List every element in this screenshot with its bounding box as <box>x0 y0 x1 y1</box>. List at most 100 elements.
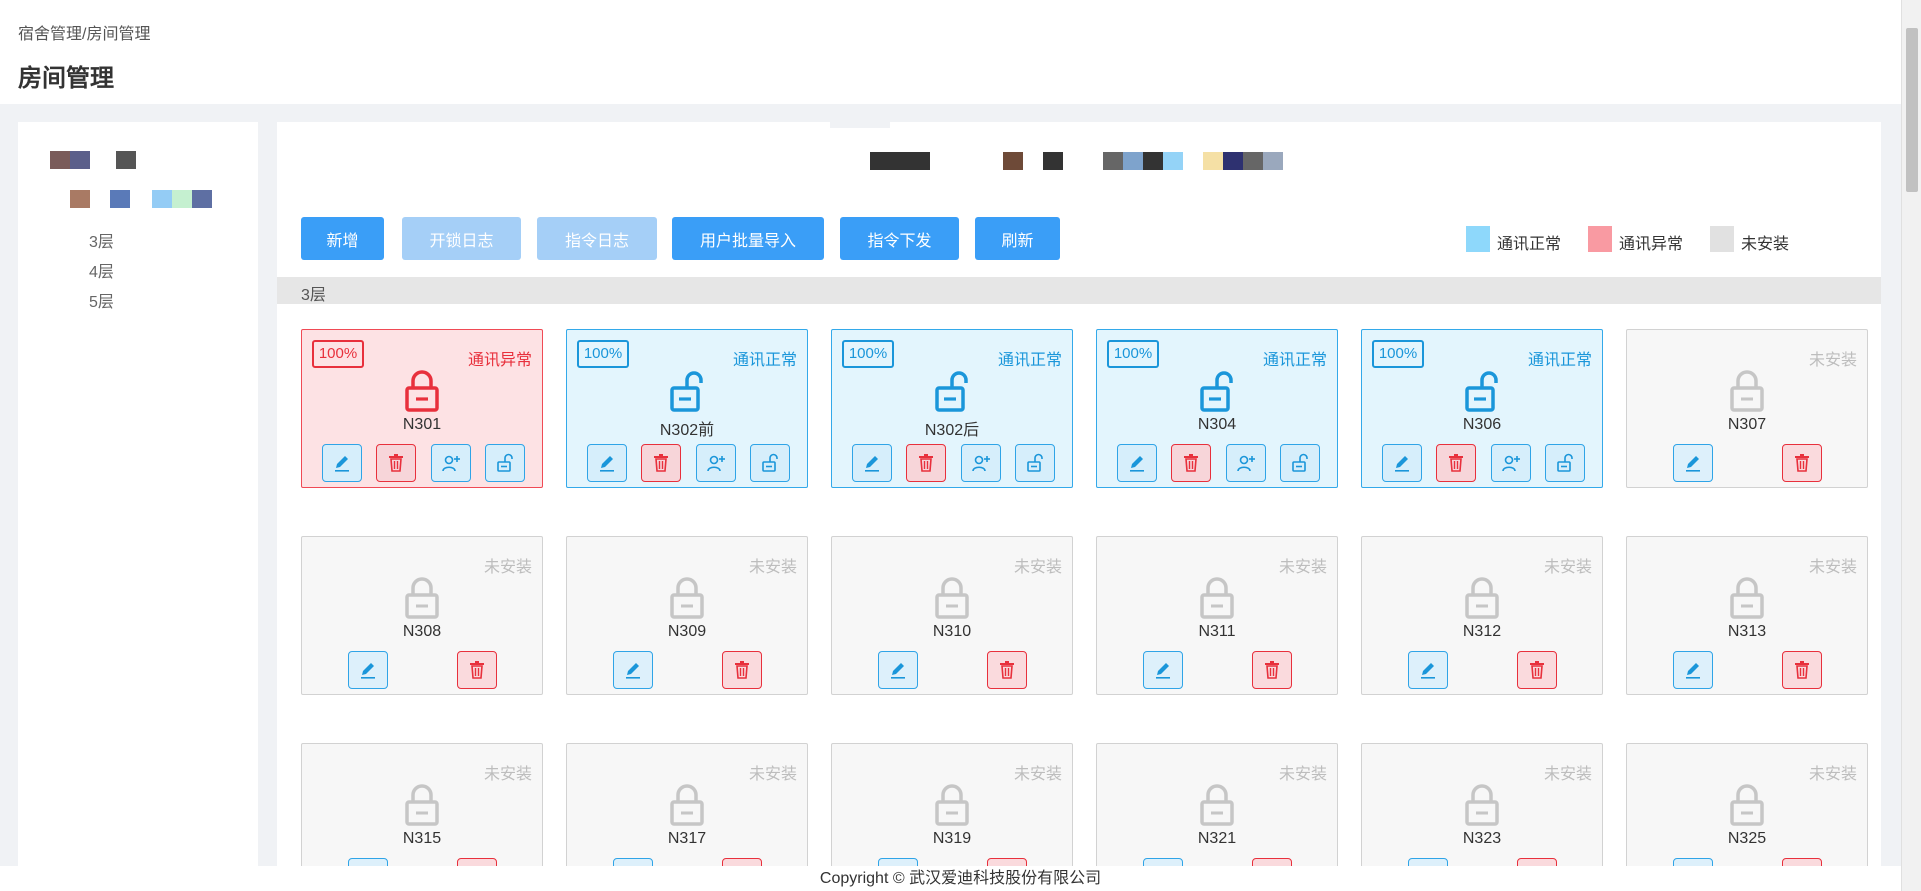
delete-button[interactable] <box>1782 651 1822 689</box>
edit-button[interactable] <box>1382 444 1422 482</box>
edit-button[interactable] <box>322 444 362 482</box>
edit-button[interactable] <box>587 444 627 482</box>
delete-button[interactable] <box>722 651 762 689</box>
room-card[interactable]: 100% 通讯正常 N302后 <box>831 329 1073 488</box>
edit-button[interactable] <box>348 858 388 866</box>
edit-button[interactable] <box>1117 444 1157 482</box>
lock-open-icon <box>667 370 707 414</box>
edit-button[interactable] <box>878 651 918 689</box>
status-badge: 通讯异常 <box>467 352 532 369</box>
refresh-button[interactable]: 刷新 <box>975 217 1060 260</box>
edit-button[interactable] <box>1673 444 1713 482</box>
delete-button[interactable] <box>987 651 1027 689</box>
delete-button[interactable] <box>1171 444 1211 482</box>
redacted-tree-root[interactable] <box>50 151 136 169</box>
lock-icon <box>932 577 972 621</box>
edit-button[interactable] <box>613 858 653 866</box>
status-badge: 通讯正常 <box>1262 352 1327 369</box>
delete-button[interactable] <box>1517 858 1557 866</box>
edit-button[interactable] <box>1673 651 1713 689</box>
room-card[interactable]: 100% 通讯正常 N306 <box>1361 329 1603 488</box>
command-log-button[interactable]: 指令日志 <box>537 217 657 260</box>
delete-button[interactable] <box>641 444 681 482</box>
edit-button[interactable] <box>1143 858 1183 866</box>
battery-badge: 100% <box>312 340 364 368</box>
unlock-button[interactable] <box>1545 444 1585 482</box>
delete-button[interactable] <box>1252 858 1292 866</box>
room-card[interactable]: 未安装 N308 <box>301 536 543 695</box>
room-card[interactable]: 未安装 N321 <box>1096 743 1338 866</box>
redacted-tree-building[interactable] <box>70 190 220 208</box>
delete-button[interactable] <box>1436 444 1476 482</box>
delete-button[interactable] <box>1782 444 1822 482</box>
delete-button[interactable] <box>1782 858 1822 866</box>
batch-import-users-button[interactable]: 用户批量导入 <box>672 217 824 260</box>
lock-icon <box>1462 784 1502 828</box>
tree-node-floor-3[interactable]: 3层 <box>89 228 114 252</box>
room-card[interactable]: 未安装 N312 <box>1361 536 1603 695</box>
room-card[interactable]: 未安装 N311 <box>1096 536 1338 695</box>
unlock-log-button[interactable]: 开锁日志 <box>402 217 521 260</box>
tree-node-floor-4[interactable]: 4层 <box>89 258 114 282</box>
edit-button[interactable] <box>852 444 892 482</box>
tree-node-floor-5[interactable]: 5层 <box>89 288 114 312</box>
lock-open-icon <box>932 370 972 414</box>
edit-button[interactable] <box>1143 651 1183 689</box>
unlock-button[interactable] <box>1280 444 1320 482</box>
floor-header: 3层 <box>277 277 1881 304</box>
edit-button[interactable] <box>1408 651 1448 689</box>
add-user-button[interactable] <box>961 444 1001 482</box>
add-user-button[interactable] <box>1491 444 1531 482</box>
edit-button[interactable] <box>1673 858 1713 866</box>
legend-swatch-none <box>1710 226 1734 252</box>
room-card[interactable]: 未安装 N313 <box>1626 536 1868 695</box>
lock-icon <box>1197 577 1237 621</box>
room-card[interactable]: 未安装 N310 <box>831 536 1073 695</box>
page-scrollbar[interactable] <box>1901 0 1921 891</box>
lock-icon <box>402 784 442 828</box>
room-card[interactable]: 未安装 N319 <box>831 743 1073 866</box>
scrollbar-thumb[interactable] <box>1906 28 1918 192</box>
breadcrumb[interactable]: 宿舍管理/房间管理 <box>18 20 150 44</box>
status-badge: 未安装 <box>483 766 532 783</box>
add-user-button[interactable] <box>431 444 471 482</box>
unlock-button[interactable] <box>485 444 525 482</box>
legend-label-error: 通讯异常 <box>1619 236 1684 253</box>
status-badge: 未安装 <box>1013 559 1062 576</box>
room-card[interactable]: 未安装 N307 <box>1626 329 1868 488</box>
delete-button[interactable] <box>722 858 762 866</box>
room-name: N321 <box>1197 830 1237 847</box>
room-card[interactable]: 100% 通讯正常 N304 <box>1096 329 1338 488</box>
delete-button[interactable] <box>1252 651 1292 689</box>
delete-button[interactable] <box>376 444 416 482</box>
add-user-button[interactable] <box>696 444 736 482</box>
room-card[interactable]: 未安装 N315 <box>301 743 543 866</box>
status-badge: 未安装 <box>1278 559 1327 576</box>
edit-button[interactable] <box>348 651 388 689</box>
delete-button[interactable] <box>1517 651 1557 689</box>
status-badge: 未安装 <box>1543 766 1592 783</box>
room-card[interactable]: 未安装 N309 <box>566 536 808 695</box>
unlock-button[interactable] <box>1015 444 1055 482</box>
edit-button[interactable] <box>613 651 653 689</box>
room-card[interactable]: 未安装 N323 <box>1361 743 1603 866</box>
room-card[interactable]: 100% 通讯正常 N302前 <box>566 329 808 488</box>
edit-button[interactable] <box>1408 858 1448 866</box>
lock-icon <box>402 577 442 621</box>
unlock-button[interactable] <box>750 444 790 482</box>
room-card[interactable]: 未安装 N325 <box>1626 743 1868 866</box>
delete-button[interactable] <box>906 444 946 482</box>
delete-button[interactable] <box>457 651 497 689</box>
add-button[interactable]: 新增 <box>301 217 384 260</box>
room-card[interactable]: 100% 通讯异常 N301 <box>301 329 543 488</box>
battery-badge: 100% <box>1372 340 1424 368</box>
delete-button[interactable] <box>457 858 497 866</box>
room-card[interactable]: 未安装 N317 <box>566 743 808 866</box>
add-user-button[interactable] <box>1226 444 1266 482</box>
battery-badge: 100% <box>842 340 894 368</box>
send-command-button[interactable]: 指令下发 <box>840 217 959 260</box>
battery-badge: 100% <box>577 340 629 368</box>
delete-button[interactable] <box>987 858 1027 866</box>
lock-icon <box>1462 577 1502 621</box>
edit-button[interactable] <box>878 858 918 866</box>
